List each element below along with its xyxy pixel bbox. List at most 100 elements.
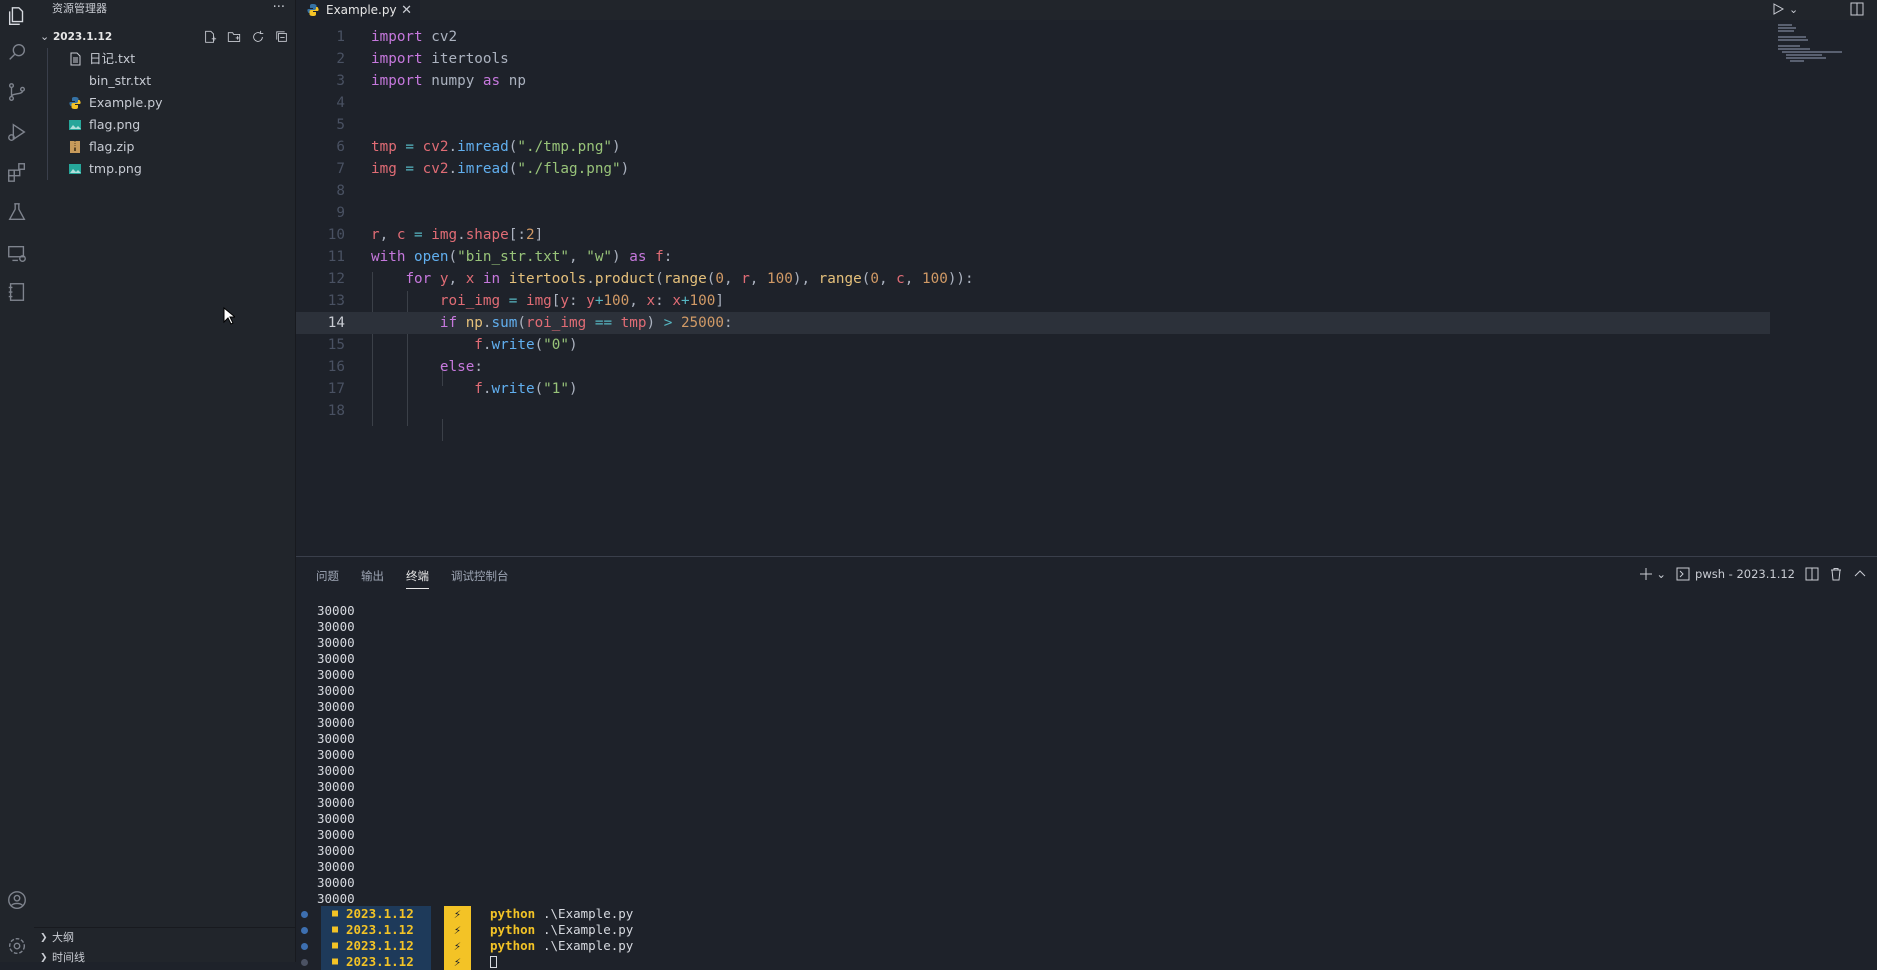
split-editor-icon[interactable] — [1849, 1, 1865, 17]
remote-explorer-icon[interactable] — [0, 238, 34, 270]
lightning-icon: ⚡ — [444, 922, 471, 938]
panel-actions: ⌄ pwsh - 2023.1.12 — [1639, 567, 1877, 581]
code-line: 8 — [296, 180, 1770, 202]
indent-guide — [442, 419, 443, 441]
prompt-dir: 2023.1.12 — [346, 906, 414, 921]
new-terminal-button[interactable]: ⌄ — [1639, 567, 1666, 581]
workspace-folder-name: 2023.1.12 — [53, 31, 113, 43]
code-line: 18 — [296, 400, 1770, 422]
terminal-prompt-active[interactable]: ■ 2023.1.12 ⚡ — [301, 954, 661, 970]
new-file-icon[interactable] — [201, 29, 219, 45]
outline-section[interactable]: ❯ 大纲 — [34, 927, 295, 948]
run-debug-icon[interactable] — [0, 116, 34, 148]
chevron-right-icon: ❯ — [40, 953, 48, 963]
line-text: import itertools — [371, 51, 509, 67]
lightning-icon: ⚡ — [444, 954, 471, 970]
prompt-argument: .\Example.py — [543, 906, 634, 921]
new-folder-icon[interactable] — [225, 29, 243, 45]
extensions-icon[interactable] — [0, 156, 34, 188]
prompt-dir: 2023.1.12 — [346, 938, 414, 953]
line-number: 4 — [336, 95, 345, 111]
line-text: r, c = img.shape[:2] — [371, 227, 544, 243]
code-line: 3 import numpy as np — [296, 70, 1770, 92]
file-item[interactable]: bin_str.txt — [34, 70, 295, 92]
terminal-name: pwsh - 2023.1.12 — [1695, 567, 1795, 581]
line-text: tmp = cv2.imread("./tmp.png") — [371, 139, 621, 155]
output-line: 30000 — [317, 827, 355, 842]
code-line: 16 else: — [296, 356, 1770, 378]
code-line: 6 tmp = cv2.imread("./tmp.png") — [296, 136, 1770, 158]
file-item[interactable]: Example.py — [34, 92, 295, 114]
more-actions-icon[interactable]: ··· — [273, 0, 285, 16]
file-name: 日记.txt — [89, 51, 136, 66]
terminal-selector[interactable]: pwsh - 2023.1.12 — [1676, 567, 1795, 581]
bottom-panel: 问题 输出 终端 调试控制台 ⌄ pwsh - 2023.1.12 30000 … — [296, 556, 1877, 970]
code-editor: Example.py ✕ ⌄ 1 import cv2 2 import itert… — [296, 0, 1877, 556]
tab-output[interactable]: 输出 — [361, 568, 384, 589]
tab-problems[interactable]: 问题 — [316, 568, 339, 589]
refresh-icon[interactable] — [249, 29, 267, 45]
output-line: 30000 — [317, 763, 355, 778]
explorer-files-icon[interactable] — [0, 0, 34, 32]
zip-file-icon — [70, 141, 80, 153]
workspace-folder[interactable]: ⌄ 2023.1.12 — [34, 27, 295, 47]
notebook-icon[interactable] — [0, 276, 34, 308]
code-line: 9 — [296, 202, 1770, 224]
file-item[interactable]: tmp.png — [34, 158, 295, 180]
activity-bar — [0, 0, 34, 962]
prompt-command: python — [490, 938, 536, 953]
chevron-down-icon: ⌄ — [1656, 567, 1667, 581]
line-text: f.write("0") — [474, 337, 578, 353]
collapse-all-icon[interactable] — [273, 29, 291, 45]
chevron-down-icon: ⌄ — [1789, 2, 1799, 16]
chevron-down-icon: ⌄ — [40, 30, 50, 43]
file-item[interactable]: flag.png — [34, 114, 295, 136]
split-terminal-icon[interactable] — [1805, 567, 1819, 581]
file-item[interactable]: 日记.txt — [34, 48, 295, 70]
output-line: 30000 — [317, 747, 355, 762]
code-line: 1 import cv2 — [296, 26, 1770, 48]
code-line: 10 r, c = img.shape[:2] — [296, 224, 1770, 246]
line-number: 5 — [336, 117, 345, 133]
output-line: 30000 — [317, 875, 355, 890]
line-number: 6 — [336, 139, 345, 155]
file-item[interactable]: flag.zip — [34, 136, 295, 158]
testing-flask-icon[interactable] — [0, 196, 34, 228]
mouse-cursor-icon — [223, 307, 235, 325]
line-text: with open("bin_str.txt", "w") as f: — [371, 249, 673, 265]
timeline-section[interactable]: ❯ 时间线 — [34, 949, 295, 969]
output-line: 30000 — [317, 795, 355, 810]
image-file-icon — [69, 120, 81, 130]
line-number: 10 — [327, 227, 345, 243]
line-number: 7 — [336, 161, 345, 177]
image-file-icon — [69, 164, 81, 174]
terminal-output[interactable]: 30000 30000 30000 30000 30000 30000 3000… — [317, 603, 355, 907]
tab-example-py[interactable]: Example.py ✕ — [296, 0, 420, 20]
tab-debug-console[interactable]: 调试控制台 — [451, 568, 509, 589]
output-line: 30000 — [317, 859, 355, 874]
run-python-button[interactable]: ⌄ — [1772, 1, 1806, 17]
account-icon[interactable] — [0, 884, 34, 916]
explorer-title: 资源管理器 — [52, 2, 107, 15]
panel-tabs: 问题 输出 终端 调试控制台 — [316, 568, 509, 589]
lightning-icon: ⚡ — [444, 906, 471, 922]
source-control-icon[interactable] — [0, 76, 34, 108]
output-line: 30000 — [317, 779, 355, 794]
tab-terminal[interactable]: 终端 — [406, 568, 429, 589]
line-text: import numpy as np — [371, 73, 526, 89]
text-file-icon — [70, 52, 81, 66]
outline-label: 大纲 — [52, 931, 74, 944]
prompt-argument: .\Example.py — [543, 922, 634, 937]
editor-tab-bar: Example.py ✕ ⌄ — [296, 0, 1877, 20]
output-line: 30000 — [317, 651, 355, 666]
explorer-sidebar: 资源管理器 ··· ⌄ 2023.1.12 日记.txt bin_str.txt… — [34, 0, 296, 964]
output-line: 30000 — [317, 811, 355, 826]
search-icon[interactable] — [0, 36, 34, 68]
close-icon[interactable]: ✕ — [401, 3, 412, 18]
settings-gear-icon[interactable] — [0, 930, 34, 962]
minimap[interactable] — [1776, 22, 1876, 72]
terminal-prompt: ■ 2023.1.12 ⚡ python .\Example.py — [301, 922, 661, 938]
chevron-up-icon[interactable] — [1853, 567, 1867, 581]
trash-icon[interactable] — [1829, 567, 1843, 581]
prompt-command: python — [490, 906, 536, 921]
